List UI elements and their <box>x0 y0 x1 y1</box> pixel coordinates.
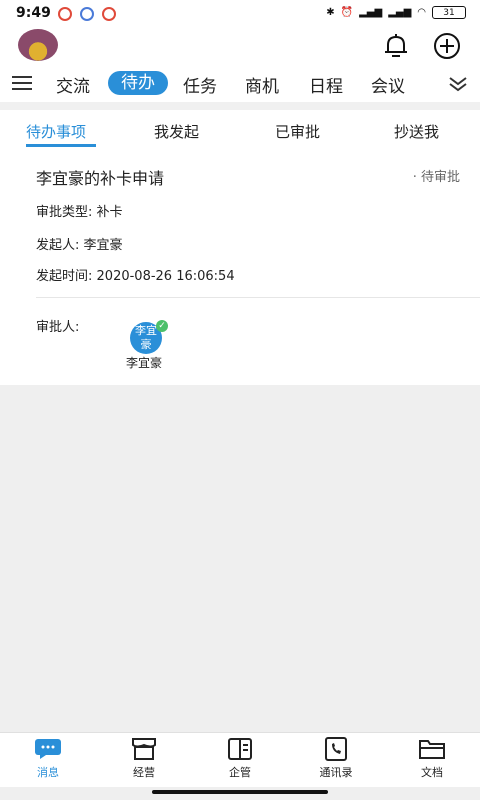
status-text: 待审批 <box>420 170 460 185</box>
tab-chat[interactable]: 交流 <box>56 72 90 97</box>
user-avatar[interactable] <box>18 29 58 61</box>
wifi-icon: ◠ <box>417 7 426 18</box>
initiator-label: 发起人: <box>36 238 80 253</box>
initiator-row: 发起人: 李宜豪 <box>36 234 123 253</box>
approver-name: 李宜豪 <box>126 356 163 370</box>
bluetooth-icon: ✱ <box>326 7 335 18</box>
subtab-approved[interactable]: 已审批 <box>275 121 320 142</box>
approved-check-icon: ✓ <box>156 320 168 332</box>
folder-icon <box>419 740 445 759</box>
initiator-value: 李宜豪 <box>83 238 123 253</box>
phone-book-icon <box>325 737 347 761</box>
notification-app-icon <box>58 7 72 21</box>
home-indicator[interactable] <box>152 790 328 794</box>
nav-management[interactable]: 企管 <box>205 736 275 780</box>
nav-management-label: 企管 <box>229 766 251 779</box>
approval-type-value: 补卡 <box>96 205 123 220</box>
status-time: 9:49 <box>16 5 51 21</box>
notification-app-icon <box>102 7 116 21</box>
approval-type-label: 审批类型: <box>36 205 93 220</box>
initiated-time-label: 发起时间: <box>36 269 93 284</box>
request-title[interactable]: 李宜豪的补卡申请 <box>36 165 164 189</box>
signal-icon: ▂▄▆ <box>388 7 412 18</box>
approval-type-row: 审批类型: 补卡 <box>36 201 123 220</box>
nav-business-label: 经营 <box>133 766 155 779</box>
menu-icon[interactable] <box>12 75 32 91</box>
message-icon <box>35 739 61 759</box>
tab-tasks[interactable]: 任务 <box>183 72 217 97</box>
subtab-pending[interactable]: 待办事项 <box>26 121 86 142</box>
nav-messages[interactable]: 消息 <box>13 736 83 780</box>
nav-business[interactable]: 经营 <box>109 736 179 780</box>
bell-icon[interactable] <box>382 32 410 60</box>
initiated-time-row: 发起时间: 2020-08-26 16:06:54 <box>36 265 235 284</box>
tab-meetings[interactable]: 会议 <box>371 72 405 97</box>
initiated-time-value: 2020-08-26 16:06:54 <box>96 269 235 284</box>
battery-icon: 31 <box>432 6 466 19</box>
nav-contacts-label: 通讯录 <box>319 766 353 779</box>
nav-contacts[interactable]: 通讯录 <box>301 736 371 780</box>
approver-label: 审批人: <box>36 320 80 335</box>
subtab-active-indicator <box>26 144 96 147</box>
subtab-cc[interactable]: 抄送我 <box>394 121 439 142</box>
subtab-initiated[interactable]: 我发起 <box>154 121 199 142</box>
section-divider <box>0 102 480 110</box>
alarm-icon: ⏰ <box>340 7 354 18</box>
notification-app-icon <box>80 7 94 21</box>
book-icon <box>228 738 252 760</box>
nav-documents[interactable]: 文档 <box>397 736 467 780</box>
status-badge: · 待审批 <box>412 170 460 185</box>
tab-todo[interactable]: 待办 <box>108 71 168 95</box>
signal-icon: ▂▄▆ <box>359 7 383 18</box>
tab-opportunities[interactable]: 商机 <box>245 72 279 97</box>
store-icon <box>132 738 156 760</box>
tab-schedule[interactable]: 日程 <box>309 72 343 97</box>
divider <box>36 297 480 298</box>
nav-messages-label: 消息 <box>37 766 59 779</box>
nav-documents-label: 文档 <box>421 766 443 779</box>
status-icons: ✱ ⏰ ▂▄▆ ▂▄▆ ◠ 31 <box>326 6 466 19</box>
add-icon[interactable] <box>433 32 461 60</box>
chevron-down-icon[interactable] <box>448 76 468 92</box>
